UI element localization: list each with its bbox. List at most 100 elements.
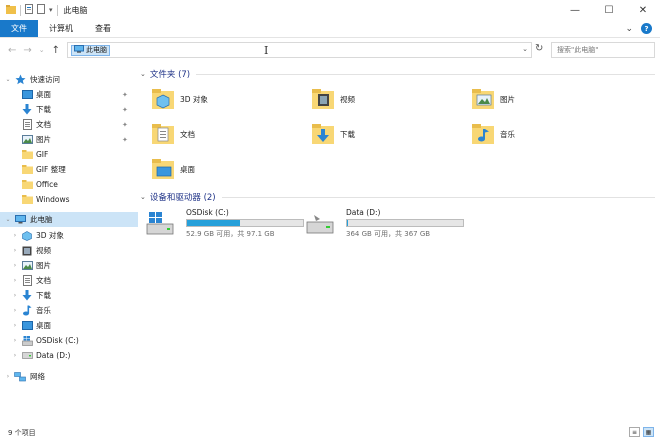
sidebar-item-documents[interactable]: 文档 ✦ (0, 117, 138, 132)
collapse-arrow-icon[interactable]: › (11, 232, 19, 239)
maximize-button[interactable]: ☐ (592, 0, 626, 20)
quick-access-toolbar: ▾ (0, 4, 58, 16)
tab-view[interactable]: 查看 (84, 20, 122, 37)
3d-objects-icon (150, 86, 176, 112)
sidebar-item-documents-pc[interactable]: › 文档 (0, 273, 138, 288)
folder-3d-objects[interactable]: 3D 对象 (150, 84, 290, 114)
drive-icon (306, 211, 334, 234)
pin-icon[interactable]: ✦ (122, 136, 128, 144)
3d-objects-icon (21, 230, 33, 241)
pin-icon[interactable]: ✦ (122, 121, 128, 129)
collapse-arrow-icon[interactable]: › (11, 277, 19, 284)
folder-videos[interactable]: 视频 (310, 84, 450, 114)
music-icon (21, 305, 33, 316)
customize-toolbar-button[interactable]: ▾ (49, 6, 53, 14)
drive-icon (21, 350, 33, 361)
expand-icon[interactable]: ⌄ (4, 76, 12, 83)
download-folder-icon (310, 121, 336, 147)
sidebar-item-quick-access[interactable]: ⌄ 快速访问 (0, 72, 138, 87)
folder-music[interactable]: 音乐 (470, 119, 610, 149)
folder-downloads[interactable]: 下载 (310, 119, 450, 149)
collapse-arrow-icon[interactable]: › (11, 322, 19, 329)
sidebar-item-pictures[interactable]: 图片 ✦ (0, 132, 138, 147)
sidebar-item-downloads[interactable]: 下载 ✦ (0, 102, 138, 117)
sidebar-item-desktop-pc[interactable]: › 桌面 (0, 318, 138, 333)
sidebar-item-3d-objects[interactable]: › 3D 对象 (0, 228, 138, 243)
minimize-button[interactable]: — (558, 0, 592, 20)
sidebar-item-windows[interactable]: Windows (0, 192, 138, 207)
forward-button[interactable]: → (23, 45, 31, 56)
address-path[interactable]: 此电脑 (71, 44, 110, 56)
sidebar-item-desktop[interactable]: 桌面 ✦ (0, 87, 138, 102)
sidebar-item-gif-sorted[interactable]: GIF 整理 (0, 162, 138, 177)
navigation-pane: ⌄ 快速访问 桌面 ✦ 下载 ✦ 文档 ✦ 图片 ✦ GIF GIF 整理 Of… (0, 66, 138, 426)
status-bar: 9 个项目 ≡ ▦ (0, 425, 660, 440)
collapse-arrow-icon[interactable]: › (11, 307, 19, 314)
collapse-arrow-icon[interactable]: › (11, 292, 19, 299)
address-path-text: 此电脑 (86, 46, 107, 54)
video-icon (21, 245, 33, 256)
collapse-arrow-icon[interactable]: › (11, 262, 19, 269)
folder-pictures[interactable]: 图片 (470, 84, 610, 114)
collapse-arrow-icon[interactable]: › (11, 247, 19, 254)
document-icon (21, 275, 33, 286)
folder-icon (21, 179, 33, 190)
desktop-icon (21, 89, 33, 100)
expand-ribbon-icon[interactable]: ⌄ (625, 24, 633, 34)
sidebar-item-videos[interactable]: › 视频 (0, 243, 138, 258)
computer-icon (74, 45, 84, 55)
address-bar[interactable]: 此电脑 I ⌄ (67, 42, 532, 58)
large-icons-view-icon[interactable]: ▦ (643, 427, 654, 437)
network-icon (14, 371, 26, 382)
drive-osdisk[interactable]: OSDisk (C:) 52.9 GB 可用，共 97.1 GB (146, 208, 306, 242)
up-button[interactable]: ↑ (52, 45, 60, 56)
folder-desktop[interactable]: 桌面 (150, 154, 290, 184)
sidebar-item-music[interactable]: › 音乐 (0, 303, 138, 318)
new-folder-icon[interactable] (37, 4, 45, 16)
pin-icon[interactable]: ✦ (122, 106, 128, 114)
document-icon (21, 119, 33, 130)
collapse-arrow-icon[interactable]: › (11, 337, 19, 344)
desktop-icon (21, 320, 33, 331)
pin-icon[interactable]: ✦ (122, 91, 128, 99)
help-icon[interactable]: ? (641, 23, 652, 34)
star-icon (14, 74, 26, 85)
devices-group-header[interactable]: ⌄ 设备和驱动器 (2) (140, 190, 655, 204)
tab-computer[interactable]: 计算机 (38, 20, 84, 37)
desktop-folder-icon (150, 156, 176, 182)
sidebar-item-osdisk[interactable]: › OSDisk (C:) (0, 333, 138, 348)
sidebar-item-downloads-pc[interactable]: › 下载 (0, 288, 138, 303)
sidebar-item-data-drive[interactable]: › Data (D:) (0, 348, 138, 363)
address-dropdown-icon[interactable]: ⌄ (522, 45, 528, 53)
chevron-down-icon: ⌄ (140, 70, 146, 78)
sidebar-item-pictures-pc[interactable]: › 图片 (0, 258, 138, 273)
music-folder-icon (470, 121, 496, 147)
properties-icon[interactable] (25, 4, 33, 16)
sidebar-item-office[interactable]: Office (0, 177, 138, 192)
close-button[interactable]: ✕ (626, 0, 660, 20)
drive-data[interactable]: Data (D:) 364 GB 可用，共 367 GB (306, 208, 466, 242)
collapse-arrow-icon[interactable]: › (4, 373, 12, 380)
sidebar-item-this-pc[interactable]: ⌄ 此电脑 (0, 212, 138, 227)
recent-locations-button[interactable]: ⌄ (39, 46, 45, 54)
details-view-icon[interactable]: ≡ (629, 427, 640, 437)
window-title: 此电脑 (63, 5, 88, 15)
ribbon-tabs: 文件 计算机 查看 ⌄ ? (0, 20, 660, 38)
tab-file[interactable]: 文件 (0, 20, 38, 37)
collapse-arrow-icon[interactable]: › (11, 352, 19, 359)
expand-icon[interactable]: ⌄ (4, 216, 12, 223)
sidebar-item-network[interactable]: › 网络 (0, 369, 138, 384)
computer-icon (14, 214, 26, 225)
sidebar-item-gif[interactable]: GIF (0, 147, 138, 162)
picture-icon (21, 260, 33, 271)
address-row: ← → ⌄ ↑ 此电脑 I ⌄ ↻ 搜索"此电脑" (0, 40, 660, 60)
back-button[interactable]: ← (8, 45, 16, 56)
folders-group-header[interactable]: ⌄ 文件夹 (7) (140, 67, 655, 81)
search-box[interactable]: 搜索"此电脑" (551, 42, 655, 58)
folder-documents[interactable]: 文档 (150, 119, 290, 149)
video-folder-icon (310, 86, 336, 112)
download-icon (21, 104, 33, 115)
refresh-button[interactable]: ↻ (535, 43, 543, 54)
window-controls: — ☐ ✕ (558, 0, 660, 20)
title-bar: ▾ 此电脑 — ☐ ✕ (0, 0, 660, 20)
